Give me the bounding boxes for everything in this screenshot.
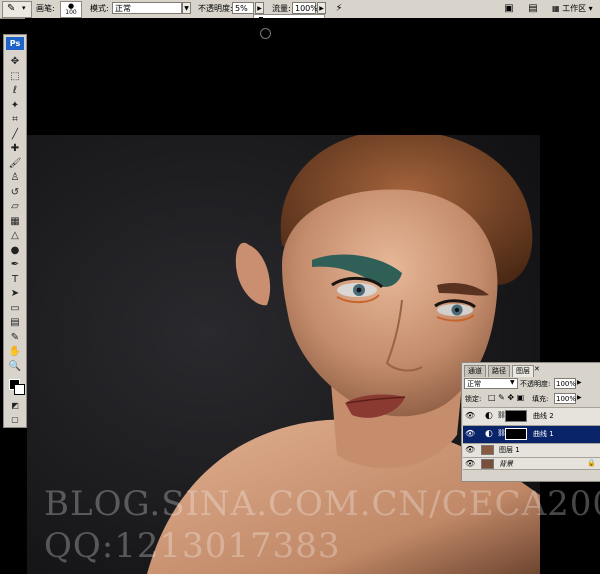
opacity-input[interactable]: 5% [232, 2, 254, 14]
tab-layers[interactable]: 图层 [512, 365, 534, 377]
play-arrow-icon[interactable]: ▶ [577, 379, 582, 386]
eyedropper-tool-icon[interactable]: ✎ [7, 331, 23, 345]
mode-label: 模式: [90, 4, 109, 13]
eye-icon[interactable]: 👁 [465, 445, 475, 455]
adjustment-layer-icon: ◐ [485, 429, 493, 439]
marquee-tool-icon[interactable]: ⬚ [7, 70, 23, 84]
lock-icon: 🔒 [587, 459, 596, 467]
layer-name: 曲线 1 [533, 430, 554, 438]
workspace-button[interactable]: ▦ 工作区 ▾ [552, 2, 596, 15]
layer-mask-thumbnail[interactable] [505, 410, 527, 422]
layer-row-layer-1[interactable]: 👁 图层 1 [463, 443, 600, 457]
workspace-icon: ▦ [552, 4, 560, 13]
tab-channels[interactable]: 通道 [464, 365, 486, 377]
pen-tool-icon[interactable]: ✒ [7, 258, 23, 272]
layer-thumbnail[interactable] [481, 459, 494, 469]
zoom-tool-icon[interactable]: 🔍 [7, 360, 23, 374]
toolbox: Ps ◩ ▢ ✥ ⬚ ℓ ✦ ⌗ ╱ ✚ 🖌 ♙ ↺ ▱ ▦ △ ● ✒ T ➤ ▭ ▤ ✎ ✋ 🔍 [3, 34, 27, 428]
lock-icons[interactable]: □ ✎ ✥ ▣ [488, 393, 524, 402]
brush-cursor-circle [260, 28, 271, 39]
type-tool-icon[interactable]: T [7, 273, 23, 287]
layer-row-curves-2[interactable]: 👁 ◐ ⛓ 曲线 2 [463, 407, 600, 425]
hand-tool-icon[interactable]: ✋ [7, 345, 23, 359]
background-color-swatch[interactable] [14, 384, 25, 395]
layer-row-curves-1[interactable]: 👁 ◐ ⛓ 曲线 1 [463, 425, 600, 443]
clone-stamp-tool-icon[interactable]: ♙ [7, 171, 23, 185]
flow-slider-toggle-icon[interactable]: ▶ [317, 2, 326, 14]
opacity-label: 不透明度: [520, 380, 551, 388]
slice-tool-icon[interactable]: ╱ [7, 128, 23, 142]
watermark-qq: QQ:1213017383 [44, 526, 341, 566]
layer-fill-input[interactable]: 100% [554, 393, 576, 404]
layer-name: 背景 [499, 460, 513, 468]
gradient-tool-icon[interactable]: ▦ [7, 215, 23, 229]
close-tab-icon[interactable]: ✕ [534, 365, 540, 373]
opacity-label: 不透明度: [198, 4, 233, 13]
play-arrow-icon[interactable]: ▶ [577, 394, 582, 401]
chevron-down-icon: ▼ [510, 379, 515, 386]
photoshop-logo[interactable]: Ps [6, 37, 24, 50]
mode-select-chevron-icon[interactable]: ▼ [182, 2, 191, 14]
lasso-tool-icon[interactable]: ℓ [7, 84, 23, 98]
quick-mask-icon[interactable]: ◩ [7, 399, 23, 413]
eraser-tool-icon[interactable]: ▱ [7, 200, 23, 214]
eye-icon[interactable]: 👁 [465, 411, 475, 421]
history-brush-tool-icon[interactable]: ↺ [7, 186, 23, 200]
opacity-slider-toggle-icon[interactable]: ▶ [255, 2, 264, 14]
shape-tool-icon[interactable]: ▭ [7, 302, 23, 316]
eye-icon[interactable]: 👁 [465, 429, 475, 439]
dodge-tool-icon[interactable]: ● [7, 244, 23, 258]
adjustment-layer-icon: ◐ [485, 411, 493, 421]
notes-tool-icon[interactable]: ▤ [7, 316, 23, 330]
layer-opacity-input[interactable]: 100% [554, 378, 576, 389]
mode-select[interactable]: 正常 [112, 2, 182, 14]
workspace-label: 工作区 ▾ [562, 4, 593, 13]
layer-name: 图层 1 [499, 446, 520, 454]
flow-label: 流量: [272, 4, 291, 13]
flow-input[interactable]: 100% [292, 2, 318, 14]
fill-label: 填充: [532, 395, 549, 403]
palette-well-icon[interactable]: ▤ [526, 2, 540, 15]
tab-paths[interactable]: 路径 [488, 365, 510, 377]
file-browser-icon[interactable]: ▣ [502, 2, 516, 15]
airbrush-icon[interactable]: ⚡ [332, 2, 346, 15]
layer-name: 曲线 2 [533, 412, 554, 420]
blur-tool-icon[interactable]: △ [7, 229, 23, 243]
brush-icon: ✎ [7, 3, 16, 14]
move-tool-icon[interactable]: ✥ [7, 55, 23, 69]
layers-panel: 通道 路径 图层 ✕ 正常 ▼ 不透明度: 100% ▶ 锁定: □ ✎ ✥ ▣… [461, 362, 600, 482]
magic-wand-tool-icon[interactable]: ✦ [7, 99, 23, 113]
layers-panel-footer [463, 469, 600, 481]
layer-mask-thumbnail[interactable] [505, 428, 527, 440]
healing-brush-tool-icon[interactable]: ✚ [7, 142, 23, 156]
lock-label: 锁定: [465, 395, 482, 403]
screen-mode-icon[interactable]: ▢ [7, 413, 23, 427]
brush-preset-picker[interactable]: ● 100 [60, 1, 82, 18]
brush-label: 画笔: [36, 4, 55, 13]
crop-tool-icon[interactable]: ⌗ [7, 113, 23, 127]
tool-preset-picker[interactable]: ✎ ▾ [2, 1, 32, 18]
layer-thumbnail[interactable] [481, 445, 494, 455]
chevron-down-icon: ▾ [22, 4, 26, 12]
path-selection-tool-icon[interactable]: ➤ [7, 287, 23, 301]
watermark-url: BLOG.SINA.COM.CN/CECA200 [44, 484, 600, 524]
brush-tool-icon[interactable]: 🖌 [7, 157, 23, 171]
eye-icon[interactable]: 👁 [465, 459, 475, 469]
